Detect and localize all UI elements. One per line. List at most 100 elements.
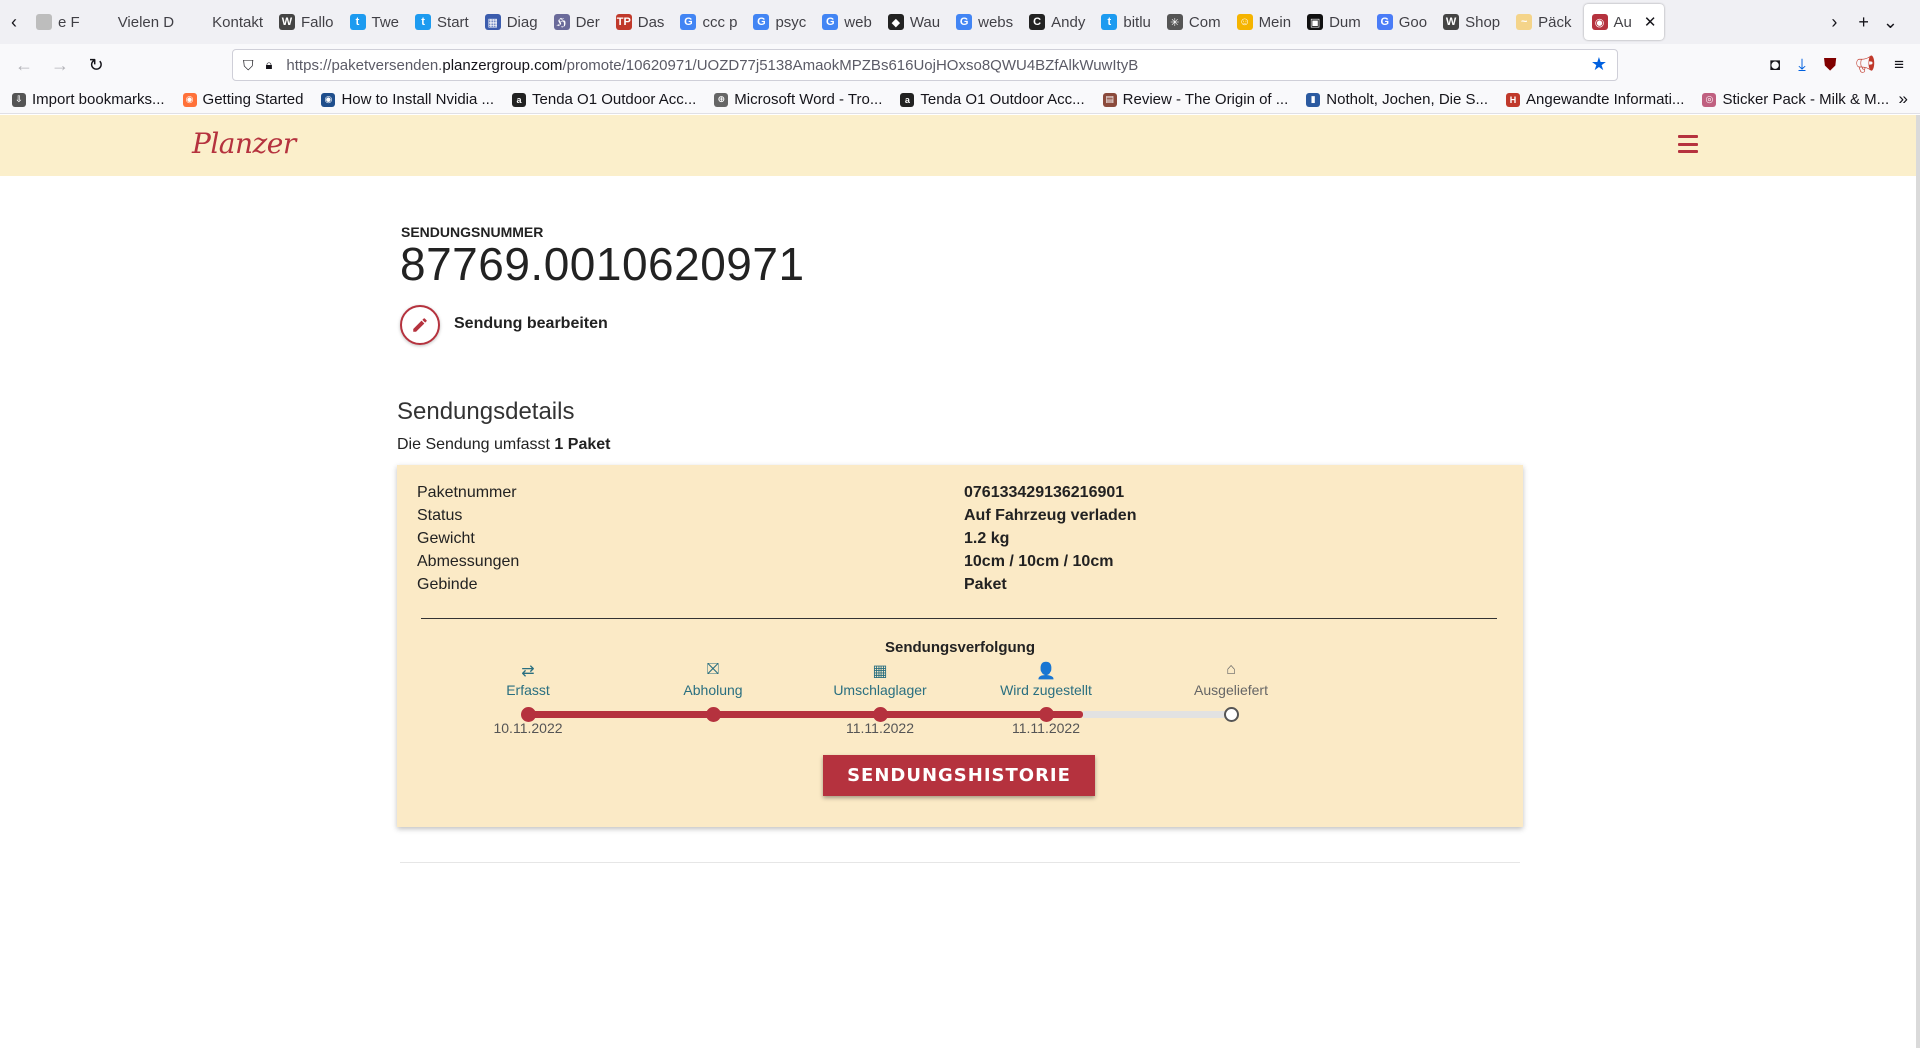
browser-tab[interactable]: ▦ Diag	[477, 4, 546, 40]
tab-favicon-icon: t	[415, 14, 432, 30]
tab-title: Shop	[1465, 13, 1501, 31]
bookmark-item[interactable]: ⊕ Microsoft Word - Tro...	[714, 91, 882, 108]
downloads-icon[interactable]: ⤓	[1798, 55, 1806, 75]
bookmark-label: Tenda O1 Outdoor Acc...	[532, 91, 697, 108]
browser-tab[interactable]: t Start	[407, 4, 477, 40]
close-tab-icon[interactable]: ✕	[1644, 13, 1657, 31]
hamburger-menu-icon[interactable]	[1678, 135, 1698, 153]
shipment-history-button[interactable]: SENDUNGSHISTORIE	[823, 755, 1095, 796]
tab-title: Goo	[1398, 13, 1428, 31]
browser-tab[interactable]: ℌ Der	[546, 4, 608, 40]
bookmark-label: How to Install Nvidia ...	[341, 91, 495, 108]
detail-value: Auf Fahrzeug verladen	[964, 507, 1137, 524]
bookmark-favicon-icon: ⇩	[12, 92, 26, 107]
browser-tab[interactable]: Kontakt	[182, 4, 271, 40]
detail-row: Gebinde Paket	[417, 576, 1497, 599]
bookmark-favicon-icon: ▤	[1102, 92, 1117, 107]
tab-favicon-icon: ~	[1516, 14, 1533, 30]
tab-favicon-icon: ℌ	[553, 14, 570, 30]
browser-tab[interactable]: t bitlu	[1093, 4, 1159, 40]
tab-title: Dum	[1329, 13, 1361, 31]
bookmark-item[interactable]: ▮ Notholt, Jochen, Die S...	[1306, 91, 1488, 108]
tab-favicon-icon: W	[1443, 14, 1460, 30]
browser-tab[interactable]: Gpsyc	[745, 4, 814, 40]
tab-title: Fallo	[301, 13, 334, 31]
step-marker	[1224, 707, 1239, 722]
tab-title: Kontakt	[212, 13, 263, 31]
bookmark-label: Tenda O1 Outdoor Acc...	[920, 91, 1085, 108]
browser-tab[interactable]: ▣ Dum	[1299, 4, 1369, 40]
bookmark-item[interactable]: a Tenda O1 Outdoor Acc...	[512, 91, 696, 108]
bookmark-label: Notholt, Jochen, Die S...	[1326, 91, 1489, 108]
tracking-title: Sendungsverfolgung	[885, 639, 1035, 656]
browser-tab[interactable]: Gweb	[814, 4, 880, 40]
tab-title: webs	[978, 13, 1014, 31]
tab-favicon-icon: G	[1376, 14, 1393, 30]
browser-tab[interactable]: Gwebs	[948, 4, 1021, 40]
step-marker	[873, 707, 888, 722]
browser-tab[interactable]: TP Das	[608, 4, 673, 40]
browser-tab[interactable]: ◆ Wau	[880, 4, 948, 40]
tabs-scroll-left-icon[interactable]: ‹	[0, 0, 28, 44]
new-tab-icon[interactable]: +	[1858, 12, 1869, 33]
step-label: Abholung	[683, 682, 743, 698]
bookmark-item[interactable]: ◉ How to Install Nvidia ...	[321, 91, 494, 108]
browser-tab-active[interactable]: ◉ Au ✕	[1583, 4, 1665, 40]
section-title: Sendungsdetails	[397, 398, 575, 425]
bookmark-item[interactable]: H Angewandte Informati...	[1506, 91, 1684, 108]
browser-tab[interactable]: W Shop	[1435, 4, 1508, 40]
browser-tab[interactable]: ~ Päck	[1508, 4, 1579, 40]
bookmarks-toolbar: ⇩ Import bookmarks... ◉ Getting Started ◉ How…	[0, 86, 1920, 114]
edit-shipment-label[interactable]: Sendung bearbeiten	[454, 315, 608, 333]
bookmark-item[interactable]: a Tenda O1 Outdoor Acc...	[900, 91, 1085, 108]
bookmark-item[interactable]: ▤ Review - The Origin of ...	[1102, 91, 1288, 108]
back-icon[interactable]: ←	[6, 49, 42, 81]
browser-tab[interactable]: e F	[28, 4, 88, 40]
tab-favicon-icon	[36, 14, 52, 30]
edit-shipment-button[interactable]	[400, 305, 440, 345]
divider	[421, 618, 1497, 619]
bookmark-item[interactable]: ◎ Sticker Pack - Milk & M...	[1702, 91, 1889, 108]
url-bar[interactable]: ⛉ 🔒︎ https://paketversenden.planzergroup…	[232, 49, 1618, 81]
browser-tab[interactable]: t Twe	[342, 4, 408, 40]
step-label: Umschlaglager	[833, 682, 927, 698]
tab-favicon-icon: TP	[615, 14, 632, 30]
navigation-bar: ← → ↻ ⛉ 🔒︎ https://paketversenden.planze…	[0, 44, 1920, 86]
browser-tab[interactable]: W Fallo	[271, 4, 342, 40]
tab-favicon-icon: ☺	[1236, 14, 1253, 30]
tab-title: ccc p	[702, 13, 738, 31]
url-text[interactable]: https://paketversenden.planzergroup.com/…	[286, 57, 1138, 74]
ublock-icon[interactable]: ⛊	[1824, 55, 1837, 75]
tab-title: Der	[575, 13, 600, 31]
planzer-logo[interactable]: Planzer	[192, 127, 296, 160]
page-scrollbar[interactable]	[1916, 115, 1920, 1048]
browser-tab[interactable]: G Goo	[1369, 4, 1435, 40]
browser-tab[interactable]: ✳ Com	[1159, 4, 1229, 40]
bookmark-item[interactable]: ⇩ Import bookmarks...	[12, 91, 165, 108]
bookmark-star-icon[interactable]: ★	[1591, 54, 1607, 75]
forward-icon[interactable]: →	[42, 49, 78, 81]
tab-title: Andy	[1051, 13, 1086, 31]
more-bookmarks-icon[interactable]: »	[1899, 89, 1908, 109]
tab-title: Päck	[1538, 13, 1572, 31]
bookmark-item[interactable]: ◉ Getting Started	[182, 91, 303, 108]
detail-key: Gebinde	[417, 576, 478, 593]
tab-favicon-icon: ◉	[1591, 14, 1608, 30]
shield-icon[interactable]: ⛉	[243, 57, 254, 74]
browser-tab[interactable]: Vielen D	[88, 4, 182, 40]
browser-tab[interactable]: C Andy	[1021, 4, 1093, 40]
browser-tab[interactable]: ☺ Mein	[1229, 4, 1300, 40]
lock-icon[interactable]: 🔒︎	[266, 57, 273, 73]
list-all-tabs-icon[interactable]: ⌄	[1883, 12, 1898, 33]
tab-title: Twe	[371, 13, 400, 31]
pocket-icon[interactable]: ◘	[1770, 55, 1780, 75]
reload-icon[interactable]: ↻	[78, 49, 114, 81]
tabs-scroll-right-icon[interactable]: ›	[1820, 0, 1848, 44]
tab-title: Das	[637, 13, 665, 31]
tab-title: bitlu	[1123, 13, 1151, 31]
extension-icon[interactable]: 📢︎	[1854, 55, 1876, 75]
browser-tab[interactable]: Gccc p	[672, 4, 745, 40]
menu-icon[interactable]: ≡	[1894, 55, 1904, 75]
bookmark-favicon-icon: ◉	[182, 92, 197, 107]
pencil-icon	[413, 318, 427, 332]
